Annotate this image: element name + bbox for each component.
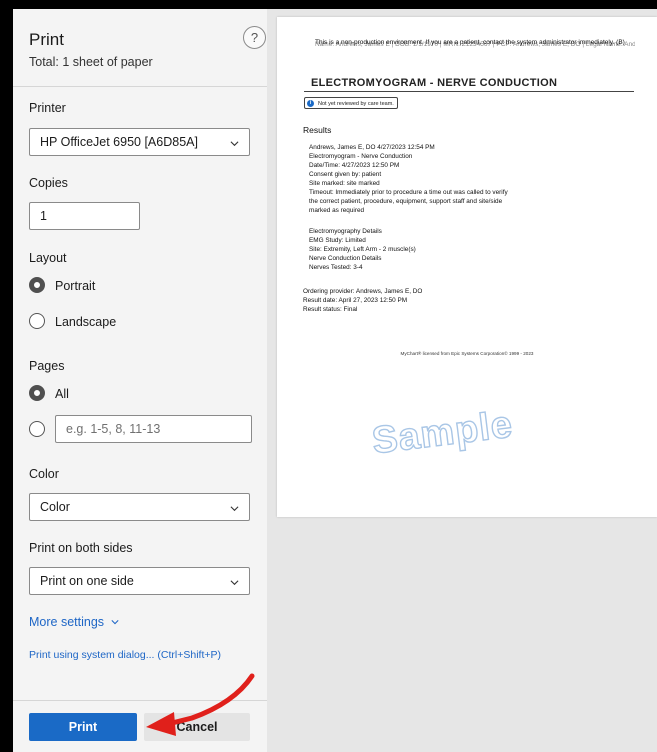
order-line: Result status: Final [303,306,358,313]
emg-line: Nerves Tested: 3-4 [309,264,363,271]
order-line: Result date: April 27, 2023 12:50 PM [303,297,408,304]
pages-range-input[interactable]: e.g. 1-5, 8, 11-13 [55,415,252,443]
result-line: Site marked: site marked [309,180,380,187]
result-line: Timeout: Immediately prior to procedure … [309,189,508,196]
color-select-value: Color [40,500,70,514]
order-line: Ordering provider: Andrews, James E, DO [303,288,423,295]
preview-title-rule [304,91,634,92]
preview-doc-title: ELECTROMYOGRAM - NERVE CONDUCTION [311,77,558,89]
sheet-count: Total: 1 sheet of paper [29,55,153,69]
result-line: the correct patient, procedure, equipmen… [309,198,503,205]
review-status-badge: i Not yet reviewed by care team. [304,97,398,109]
chevron-down-icon [230,141,239,147]
result-line: Date/Time: 4/27/2023 12:50 PM [309,162,400,169]
portrait-radio[interactable] [29,277,45,293]
result-line: marked as required [309,207,365,214]
review-status-text: Not yet reviewed by care team. [318,101,394,107]
landscape-label: Landscape [55,315,117,329]
preview-footer: MyChart® licensed from Epic Systems Corp… [400,351,534,356]
info-icon: i [307,100,314,107]
emg-line: EMG Study: Limited [309,237,366,244]
layout-label: Layout [29,251,67,265]
duplex-label: Print on both sides [29,541,133,555]
pages-label: Pages [29,359,65,373]
result-line: Andrews, James E, DO 4/27/2023 12:54 PM [309,144,435,151]
portrait-label: Portrait [55,279,96,293]
duplex-select[interactable]: Print on one side [29,567,250,595]
annotation-arrow-icon [146,673,255,736]
preview-page: Name: Andrews, James E | DOB: 1/1/1970 |… [277,17,657,517]
dialog-title: Print [29,30,64,49]
print-button[interactable]: Print [29,713,137,741]
pages-all-label: All [55,387,69,401]
chevron-down-icon [110,620,119,625]
emg-line: Electromyography Details [309,228,382,235]
pages-all-radio[interactable] [29,385,45,401]
copies-label: Copies [29,176,68,190]
more-settings-label: More settings [29,615,105,629]
window-frame-left [0,0,13,752]
color-select[interactable]: Color [29,493,250,521]
chevron-down-icon [230,580,239,586]
color-label: Color [29,467,59,481]
landscape-radio[interactable] [29,313,45,329]
emg-line: Site: Extremity, Left Arm - 2 muscle(s) [309,246,416,253]
duplex-select-value: Print on one side [40,574,134,588]
copies-value: 1 [40,209,47,223]
emg-line: Nerve Conduction Details [309,255,382,262]
window-frame-top [0,0,657,9]
print-settings-panel [13,9,267,752]
system-dialog-link[interactable]: Print using system dialog... (Ctrl+Shift… [29,649,221,661]
header-divider [13,86,267,87]
sample-watermark: Sample [369,403,516,463]
copies-input[interactable]: 1 [29,202,140,230]
result-line: Consent given by: patient [309,171,382,178]
printer-label: Printer [29,101,66,115]
printer-select-value: HP OfficeJet 6950 [A6D85A] [40,135,198,149]
results-heading: Results [303,125,332,135]
pages-range-placeholder: e.g. 1-5, 8, 11-13 [66,422,161,436]
pages-custom-radio[interactable] [29,421,45,437]
preview-environment-banner: This is a non-production environment. If… [315,39,625,46]
result-line: Electromyogram - Nerve Conduction [309,153,413,160]
chevron-down-icon [230,506,239,512]
more-settings-link[interactable]: More settings [29,615,119,629]
printer-select[interactable]: HP OfficeJet 6950 [A6D85A] [29,128,250,156]
help-button[interactable]: ? [243,26,266,49]
